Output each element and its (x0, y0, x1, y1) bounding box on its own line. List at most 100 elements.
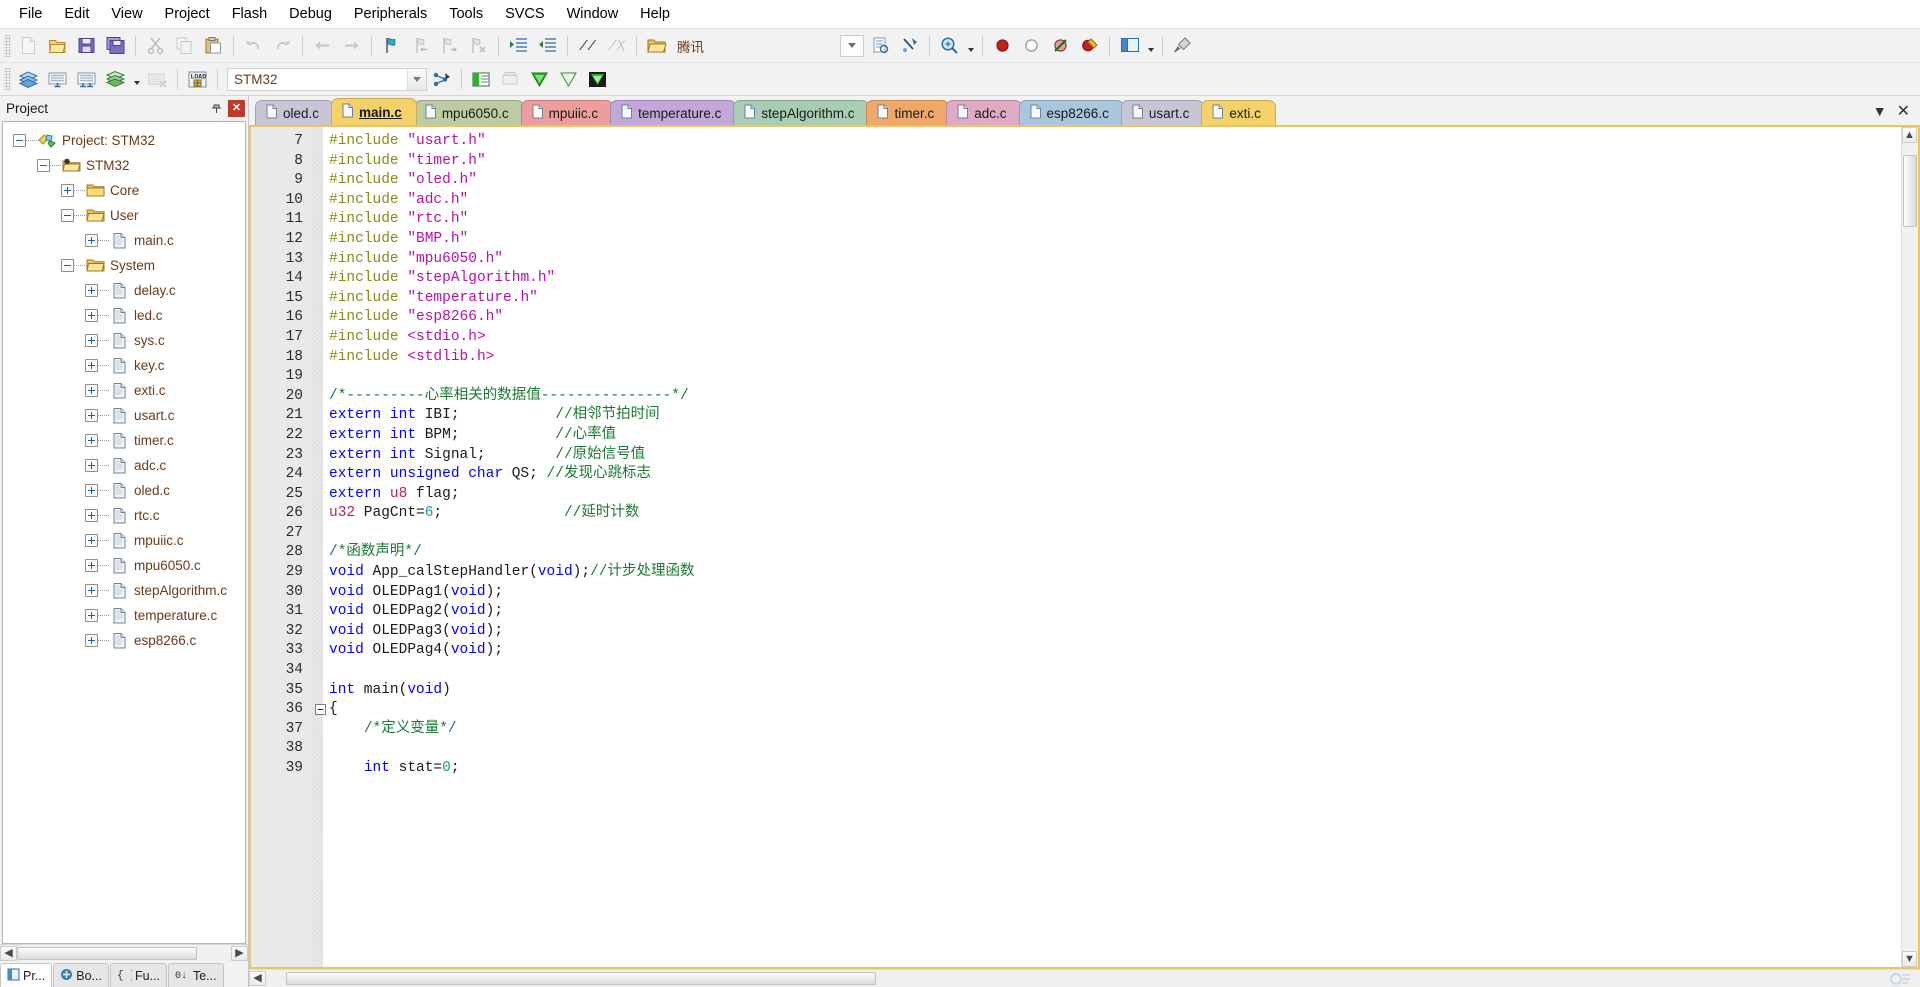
build-target-button[interactable] (44, 66, 71, 92)
pack-installer-button[interactable] (526, 66, 553, 92)
expand-icon[interactable] (85, 484, 98, 497)
code-line[interactable]: extern int IBI; //相邻节拍时间 (329, 406, 1901, 426)
chevron-down-icon[interactable] (407, 68, 426, 90)
menu-item-window[interactable]: Window (556, 2, 630, 26)
code-line[interactable]: #include <stdlib.h> (329, 348, 1901, 368)
project-pane-tab-te[interactable]: 0↓ Te... (167, 963, 224, 987)
code-line[interactable]: u32 PagCnt=6; //延时计数 (329, 504, 1901, 524)
scroll-left-arrow[interactable]: ◀ (249, 971, 266, 986)
editor-tab-main-c[interactable]: main.c (331, 98, 417, 125)
editor-tab-exti-c[interactable]: exti.c (1201, 100, 1276, 125)
scroll-left-arrow[interactable]: ◀ (0, 945, 17, 961)
zoom-button[interactable] (936, 33, 963, 59)
tree-item-exti-c[interactable]: exti.c (3, 378, 245, 403)
menu-item-file[interactable]: File (8, 2, 53, 26)
expand-icon[interactable] (85, 234, 98, 247)
code-line[interactable]: #include "usart.h" (329, 132, 1901, 152)
save-all-button[interactable] (102, 33, 129, 59)
window-layout-dropdown-arrow[interactable] (1144, 33, 1157, 59)
project-pane-tab-bo[interactable]: Bo... (53, 963, 109, 987)
toolbar-grip[interactable] (4, 34, 11, 57)
new-file-button[interactable] (15, 33, 42, 59)
expand-icon[interactable] (85, 559, 98, 572)
collapse-icon[interactable] (61, 209, 74, 222)
code-line[interactable]: extern int BPM; //心率值 (329, 426, 1901, 446)
breakpoint-insert-button[interactable] (989, 33, 1016, 59)
tab-list-icon[interactable]: ▼ (1873, 103, 1887, 119)
vscroll-track[interactable] (1902, 143, 1918, 951)
breakpoint-disable-all-button[interactable] (1047, 33, 1074, 59)
close-icon[interactable]: ✕ (228, 100, 245, 117)
code-fold-toggle[interactable] (315, 704, 326, 716)
tree-item-key-c[interactable]: key.c (3, 353, 245, 378)
navigate-back-button[interactable] (309, 33, 336, 59)
scroll-down-arrow[interactable]: ▼ (1902, 951, 1917, 967)
configure-button[interactable] (1169, 33, 1196, 59)
code-line[interactable]: #include <stdio.h> (329, 328, 1901, 348)
editor-tab-adc-c[interactable]: adc.c (946, 100, 1022, 125)
code-line[interactable]: { (329, 700, 1901, 720)
code-line[interactable] (329, 524, 1901, 544)
tree-item-core[interactable]: Core (3, 178, 245, 203)
expand-icon[interactable] (85, 459, 98, 472)
bookmark-toggle-button[interactable] (378, 33, 405, 59)
batch-build-dropdown-arrow[interactable] (130, 66, 143, 92)
code-line[interactable]: #include "esp8266.h" (329, 308, 1901, 328)
code-line[interactable]: int main(void) (329, 681, 1901, 701)
uncomment-button[interactable]: // (603, 33, 630, 59)
rebuild-all-button[interactable] (73, 66, 100, 92)
tree-item-timer-c[interactable]: timer.c (3, 428, 245, 453)
bookmark-clear-button[interactable] (465, 33, 492, 59)
tree-item-main-c[interactable]: main.c (3, 228, 245, 253)
expand-icon[interactable] (85, 434, 98, 447)
filter-button[interactable] (555, 66, 582, 92)
manage-components-button[interactable] (497, 66, 524, 92)
code-line[interactable] (329, 661, 1901, 681)
code-line[interactable]: #include "rtc.h" (329, 210, 1901, 230)
expand-icon[interactable] (85, 509, 98, 522)
batch-build-button[interactable] (102, 66, 129, 92)
pin-icon[interactable] (208, 100, 225, 117)
tree-item-user[interactable]: User (3, 203, 245, 228)
expand-icon[interactable] (61, 184, 74, 197)
code-line[interactable]: #include "timer.h" (329, 152, 1901, 172)
code-line[interactable]: void OLEDPag3(void); (329, 622, 1901, 642)
tree-item-rtc-c[interactable]: rtc.c (3, 503, 245, 528)
bookmark-search-button[interactable] (896, 33, 923, 59)
project-pane-tab-pr[interactable]: Pr... (0, 963, 53, 987)
expand-icon[interactable] (85, 609, 98, 622)
tree-item-esp8266-c[interactable]: esp8266.c (3, 628, 245, 653)
save-button[interactable] (73, 33, 100, 59)
open-file-button[interactable] (44, 33, 71, 59)
expand-icon[interactable] (85, 584, 98, 597)
breakpoint-disable-button[interactable] (1018, 33, 1045, 59)
editor-hscrollbar[interactable]: ◀ (249, 969, 1920, 987)
menu-item-view[interactable]: View (100, 2, 153, 26)
expand-icon[interactable] (85, 634, 98, 647)
editor-tab-timer-c[interactable]: timer.c (866, 100, 950, 125)
tree-item-stepalgorithm-c[interactable]: stepAlgorithm.c (3, 578, 245, 603)
tree-item-adc-c[interactable]: adc.c (3, 453, 245, 478)
open-folder-button[interactable] (643, 33, 670, 59)
expand-icon[interactable] (85, 534, 98, 547)
code-line[interactable]: #include "oled.h" (329, 171, 1901, 191)
code-line[interactable]: int stat=0; (329, 759, 1901, 779)
expand-icon[interactable] (85, 334, 98, 347)
hscroll-track[interactable] (266, 971, 1920, 986)
code-line[interactable]: void App_calStepHandler(void);//计步处理函数 (329, 563, 1901, 583)
code-line[interactable] (329, 367, 1901, 387)
redo-button[interactable] (269, 33, 296, 59)
bookmark-prev-button[interactable] (407, 33, 434, 59)
tree-item-temperature-c[interactable]: temperature.c (3, 603, 245, 628)
code-line[interactable]: #include "stepAlgorithm.h" (329, 269, 1901, 289)
project-pane-tab-fu[interactable]: { }Fu... (109, 963, 167, 987)
code-line[interactable] (329, 739, 1901, 759)
source-code[interactable]: #include "usart.h" #include "timer.h" #inc… (323, 127, 1901, 967)
editor-tab-mpu6050-c[interactable]: mpu6050.c (413, 100, 524, 125)
code-line[interactable]: #include "BMP.h" (329, 230, 1901, 250)
project-tree-hscrollbar[interactable]: ◀ ▶ (0, 944, 248, 961)
hscroll-thumb[interactable] (286, 972, 876, 985)
manage-project-items-button[interactable] (428, 66, 455, 92)
code-line[interactable]: extern unsigned char QS; //发现心跳标志 (329, 465, 1901, 485)
menu-item-tools[interactable]: Tools (438, 2, 494, 26)
